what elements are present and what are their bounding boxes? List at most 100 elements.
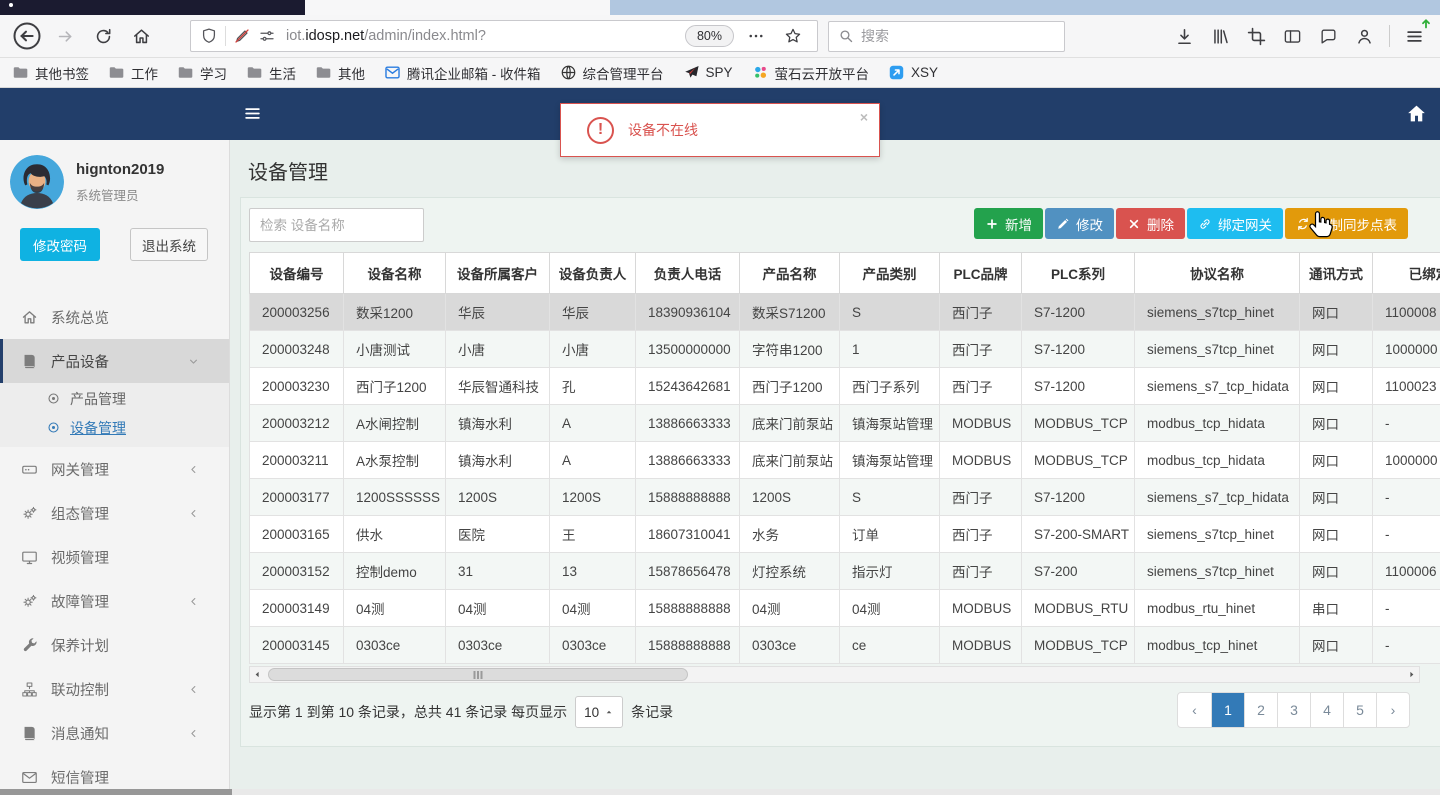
column-header[interactable]: 通讯方式 <box>1299 252 1373 294</box>
url-bar[interactable]: iot.idosp.net/admin/index.html? 80% <box>190 20 818 52</box>
bookmark-item[interactable]: SPY <box>683 64 733 81</box>
column-header[interactable]: 设备负责人 <box>549 252 636 294</box>
refresh-action-button[interactable]: 复制同步点表 <box>1285 208 1408 239</box>
bookmark-item[interactable]: 萤石云开放平台 <box>752 63 869 83</box>
column-header[interactable]: PLC系列 <box>1021 252 1135 294</box>
table-cell: MODBUS_TCP <box>1021 404 1135 442</box>
table-row[interactable]: 200003165 供水 医院王 18607310041 水务 订单 西门子 S7-200-S… <box>249 515 1440 553</box>
sidebar-item[interactable]: 网关管理 <box>0 447 229 491</box>
shield-icon[interactable] <box>200 27 218 45</box>
bottom-scrollbar-thumb[interactable] <box>0 789 232 795</box>
screenshot-icon[interactable] <box>1241 20 1272 52</box>
sidebar-subitem[interactable]: 产品管理 <box>0 384 229 413</box>
sidebar-item[interactable]: 保养计划 <box>0 623 229 667</box>
sidebar-item[interactable]: 消息通知 <box>0 711 229 755</box>
table-cell: 0303ce <box>739 626 840 664</box>
table-row[interactable]: 200003152 控制demo 31 13 15878656478 灯控系统 指示灯 西门子… <box>249 552 1440 590</box>
messages-icon[interactable] <box>1313 20 1344 52</box>
page-number-button[interactable]: 2 <box>1244 693 1277 727</box>
sidebar-subitem[interactable]: 设备管理 <box>0 413 229 442</box>
table-horizontal-scrollbar[interactable] <box>249 666 1420 683</box>
table-cell: 华辰 <box>549 293 636 331</box>
column-header[interactable]: PLC品牌 <box>939 252 1022 294</box>
app-home-icon[interactable] <box>1406 103 1427 124</box>
account-icon[interactable] <box>1349 20 1380 52</box>
sidebar-item[interactable]: 系统总览 <box>0 295 229 339</box>
sidebar-item[interactable]: 视频管理 <box>0 535 229 579</box>
table-cell: 西门子 <box>939 515 1022 553</box>
column-header[interactable]: 负责人电话 <box>635 252 740 294</box>
page-number-button[interactable]: 3 <box>1277 693 1310 727</box>
table-cell: 15888888888 <box>635 589 740 627</box>
page-size-dropdown[interactable]: 10 <box>575 696 624 728</box>
column-header[interactable]: 设备所属客户 <box>445 252 550 294</box>
close-action-button[interactable]: 删除 <box>1116 208 1185 239</box>
back-icon[interactable] <box>10 20 44 52</box>
forward-icon[interactable] <box>48 20 82 52</box>
sidebar-item[interactable]: 组态管理 <box>0 491 229 535</box>
bookmark-item[interactable]: 综合管理平台 <box>560 63 664 83</box>
sidebar-collapse-icon[interactable] <box>243 104 262 123</box>
sidebar-item[interactable]: 联动控制 <box>0 667 229 711</box>
bookmark-item[interactable]: 生活 <box>246 63 296 83</box>
bookmark-item[interactable]: 腾讯企业邮箱 - 收件箱 <box>384 63 541 83</box>
table-cell: 200003177 <box>249 478 344 516</box>
column-header[interactable]: 协议名称 <box>1134 252 1300 294</box>
column-header[interactable]: 设备名称 <box>343 252 446 294</box>
table-row[interactable]: 200003211 A水泵控制 镇海水利 A 13886663333 底来门前泵站 镇海泵站… <box>249 441 1440 479</box>
bookmark-item[interactable]: 工作 <box>108 63 158 83</box>
logout-button[interactable]: 退出系统 <box>130 228 208 261</box>
page-prev-button[interactable]: ‹ <box>1178 693 1211 727</box>
table-row[interactable]: 200003212 A水闸控制 镇海水利 A 13886663333 底来门前泵站 镇海泵站… <box>249 404 1440 442</box>
active-tab[interactable] <box>305 0 610 15</box>
column-header[interactable]: 设备编号 <box>249 252 344 294</box>
table-row[interactable]: 200003256 数采1200 华辰 华辰 18390936104 数采S71200 S 西… <box>249 293 1440 331</box>
page-next-button[interactable]: › <box>1376 693 1409 727</box>
edit-disabled-icon[interactable] <box>233 27 251 45</box>
scroll-left-icon[interactable] <box>250 667 265 682</box>
library-icon[interactable] <box>1205 20 1236 52</box>
table-row[interactable]: 200003230 西门子1200 华辰智通科技孔 15243642681 西门子120… <box>249 367 1440 405</box>
pencil-action-button[interactable]: 修改 <box>1045 208 1114 239</box>
bookmark-item[interactable]: 其他 <box>315 63 365 83</box>
bookmark-item[interactable]: 学习 <box>177 63 227 83</box>
sidebar-toggle-icon[interactable] <box>1277 20 1308 52</box>
table-row[interactable]: 200003177 1200SSSSSS 1200S 1200S 15888888888… <box>249 478 1440 516</box>
bookmark-item[interactable]: 其他书签 <box>12 63 89 83</box>
scrollbar-thumb[interactable] <box>268 668 688 681</box>
page-number-button[interactable]: 5 <box>1343 693 1376 727</box>
browser-search-box[interactable] <box>828 20 1065 52</box>
page-number-button[interactable]: 4 <box>1310 693 1343 727</box>
zoom-level-badge[interactable]: 80% <box>684 25 734 47</box>
sidebar-item[interactable]: 产品设备 <box>0 339 229 383</box>
device-search-input[interactable] <box>249 208 424 242</box>
table-row[interactable]: 200003145 0303ce 0303ce 0303ce 15888888888 03… <box>249 626 1440 664</box>
page-number-button[interactable]: 1 <box>1211 693 1244 727</box>
page-actions-icon[interactable] <box>741 23 771 49</box>
column-header[interactable]: 已绑定网关 <box>1372 252 1440 294</box>
scrollbar-grip <box>477 670 479 679</box>
table-row[interactable]: 200003248 小唐测试 小唐 小唐 13500000000 字符串1200 1 西门子 S… <box>249 330 1440 368</box>
chevron-left-icon <box>187 595 200 608</box>
scroll-right-icon[interactable] <box>1404 667 1419 682</box>
column-header[interactable]: 产品名称 <box>739 252 840 294</box>
browser-bottom-scrollbar[interactable] <box>0 789 1440 795</box>
link-action-button[interactable]: 绑定网关 <box>1187 208 1283 239</box>
browser-home-icon[interactable] <box>124 20 158 52</box>
permissions-icon[interactable] <box>258 27 276 45</box>
downloads-icon[interactable] <box>1169 20 1200 52</box>
plus-action-button[interactable]: 新增 <box>974 208 1043 239</box>
bookmark-star-icon[interactable] <box>778 23 808 49</box>
table-cell: 网口 <box>1299 552 1373 590</box>
column-header[interactable]: 产品类别 <box>839 252 940 294</box>
table-row[interactable]: 200003149 04测 04测 04测 15888888888 04测 04测 MODBU… <box>249 589 1440 627</box>
table-cell: MODBUS_TCP <box>1021 441 1135 479</box>
browser-search-input[interactable] <box>861 28 1055 44</box>
browser-menu-button[interactable] <box>1399 18 1430 52</box>
bookmark-item[interactable]: XSY <box>888 64 938 81</box>
change-password-button[interactable]: 修改密码 <box>20 228 100 261</box>
alert-close-icon[interactable]: × <box>860 109 868 125</box>
table-cell: - <box>1372 478 1440 516</box>
reload-icon[interactable] <box>86 20 120 52</box>
sidebar-item[interactable]: 故障管理 <box>0 579 229 623</box>
